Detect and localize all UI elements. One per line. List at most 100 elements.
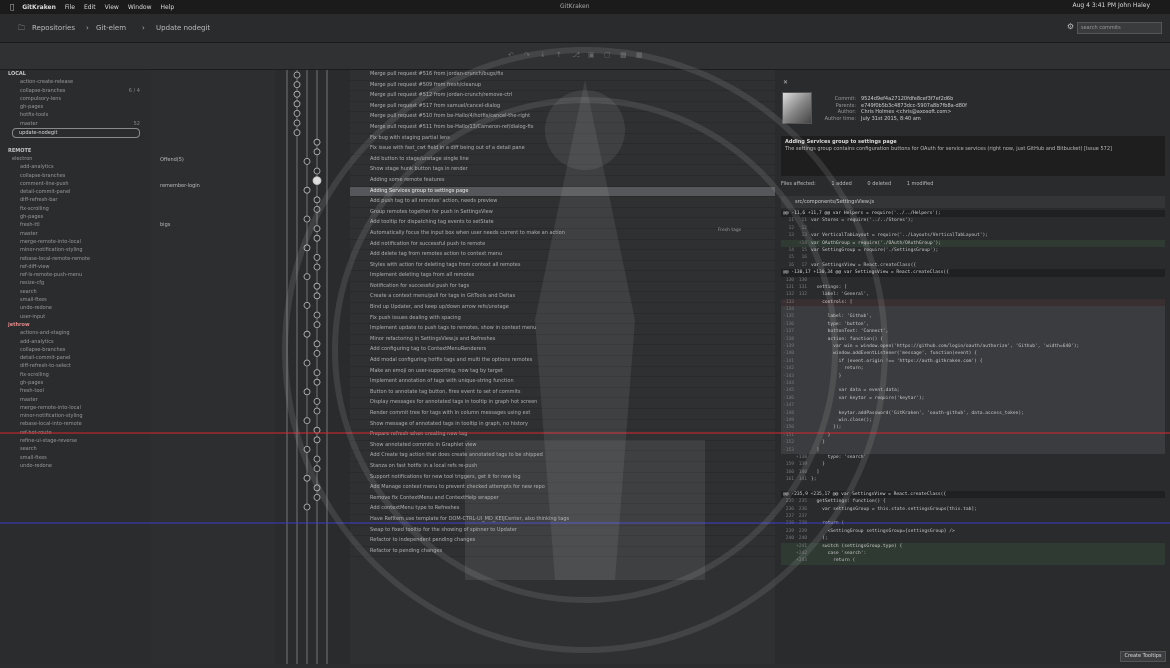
graph-commit-node[interactable] (303, 359, 311, 367)
graph-commit-node[interactable] (313, 234, 321, 242)
commit-row[interactable]: Add Create tag action that does create a… (350, 451, 775, 462)
commit-row[interactable]: Have RefItem use template for DOM-CTRL-U… (350, 515, 775, 526)
commit-row[interactable]: Add configuring tag to ContextMenuRender… (350, 345, 775, 357)
graph-commit-node[interactable] (313, 465, 321, 473)
graph-commit-node[interactable] (313, 321, 321, 329)
graph-commit-node[interactable] (293, 90, 301, 98)
modified-filter[interactable]: 1 modified (907, 181, 934, 187)
graph-commit-node[interactable] (293, 81, 301, 89)
graph-commit-node[interactable] (313, 225, 321, 233)
commit-row[interactable]: Swap to fixed tooltip for the showing of… (350, 526, 775, 537)
commit-row[interactable]: Remove fix ContextMenu and ContextHelp w… (350, 494, 775, 505)
sidebar-item-local[interactable]: master 52 (0, 120, 150, 128)
commit-row[interactable]: Merge pull request #510 from be-Hallo/4/… (350, 112, 775, 123)
commit-row[interactable]: Merge pull request #512 from jordan-crun… (350, 91, 775, 102)
graph-commit-node[interactable] (293, 110, 301, 117)
sidebar-item-local[interactable]: gh-pages (0, 103, 150, 111)
graph-commit-node[interactable] (313, 436, 321, 444)
sidebar-item-remote[interactable]: add-analytics (0, 338, 150, 346)
commit-row[interactable]: Create a context menu/pull for tags in G… (350, 292, 775, 304)
commit-sha[interactable]: 9524d9ef4a27120fdfe8cef3f7ef2d6b (861, 96, 953, 102)
sidebar-item-remote[interactable]: detail-commit-panel (0, 188, 150, 196)
commit-row[interactable]: Support notifications for new tool trigg… (350, 473, 775, 484)
sidebar-item-remote[interactable]: small-fixes (0, 454, 150, 462)
sidebar-item-remote[interactable]: merge-remote-into-local (0, 404, 150, 412)
edit-menu[interactable]: Edit (84, 4, 96, 11)
terminal-icon[interactable]: ▩ (620, 51, 627, 59)
sidebar-second-remote-header[interactable]: jethrow (0, 321, 150, 329)
commit-row[interactable]: Refactor to pending changes (350, 547, 775, 558)
graph-commit-node[interactable] (313, 426, 321, 434)
sidebar-item-remote[interactable]: collapse-branches (0, 172, 150, 180)
sidebar-item-local[interactable]: compulsory-lens (0, 95, 150, 103)
graph-commit-node[interactable] (303, 301, 311, 309)
sidebar-item-remote[interactable]: fresh-ttl (0, 221, 150, 229)
branch-label[interactable]: Offend(5) (160, 157, 184, 163)
commit-row[interactable]: Implement deleting tags from all remotes (350, 271, 775, 282)
app-name-menu[interactable]: GitKraken (22, 4, 56, 11)
sidebar-item-remote[interactable]: minor-notification-styling (0, 246, 150, 254)
settings-icon[interactable]: ▦ (636, 51, 643, 59)
commit-row[interactable]: Add contextMenu type to Refreshes (350, 504, 775, 515)
graph-commit-node[interactable] (313, 349, 321, 357)
sidebar-item-remote[interactable]: fresh-tool (0, 387, 150, 395)
commit-row[interactable]: Add notification for successful push to … (350, 240, 775, 251)
commit-row[interactable]: Prepare refresh when creating new tag (350, 430, 775, 441)
commit-row[interactable]: Implement annotation of tags with unique… (350, 377, 775, 388)
graph-commit-node[interactable] (293, 100, 301, 108)
commit-row[interactable]: Group remotes together for push in Setti… (350, 208, 775, 219)
view-menu[interactable]: View (105, 4, 119, 11)
sidebar-item-remote[interactable]: master (0, 396, 150, 404)
graph-commit-node[interactable] (313, 378, 321, 386)
sidebar-item-remote[interactable]: ref-diff-view (0, 263, 150, 271)
gear-icon[interactable]: ⚙ (1067, 22, 1074, 31)
commit-row[interactable]: Display messages for annotated tags in t… (350, 398, 775, 409)
sidebar-item-remote[interactable]: master (0, 230, 150, 238)
commit-row[interactable]: Adding Services group to settings page (350, 186, 775, 198)
commit-row[interactable]: Render commit tree for tags with in colu… (350, 409, 775, 420)
file-menu[interactable]: File (65, 4, 75, 11)
graph-commit-node[interactable] (313, 311, 321, 319)
create-tooltips-button[interactable]: Create Tooltips (1120, 651, 1166, 662)
commit-row[interactable]: Add Manage context menu to prevent check… (350, 483, 775, 494)
sidebar-item-local[interactable]: action-create-release (0, 78, 150, 86)
commit-row[interactable]: Show annotated commits in Graphlet view (350, 441, 775, 452)
graph-commit-node[interactable] (313, 167, 321, 175)
deleted-filter[interactable]: 0 deleted (867, 181, 891, 187)
search-input[interactable]: search commits (1077, 22, 1162, 34)
sidebar-item-local[interactable]: hotfix-tools (0, 111, 150, 119)
commit-row[interactable]: Add modal configuring hotfix tags and mu… (350, 356, 775, 367)
graph-commit-node[interactable] (313, 148, 321, 156)
sidebar-item-remote[interactable]: search (0, 288, 150, 296)
graph-commit-node[interactable] (313, 292, 321, 300)
sidebar-item-remote[interactable]: undo-redone (0, 304, 150, 312)
commit-row[interactable]: Merge pull request #516 from jordan-crun… (350, 70, 775, 81)
stash-icon[interactable]: ▣ (588, 51, 595, 59)
branch-icon[interactable]: ⎇ (572, 51, 580, 59)
sidebar-item-remote[interactable]: gh-pages (0, 213, 150, 221)
commit-row[interactable]: Automatically focus the input box when u… (350, 229, 775, 240)
graph-commit-node[interactable] (303, 215, 311, 223)
sidebar-item-remote[interactable]: rebase-local-into-remote (0, 420, 150, 428)
graph-commit-node[interactable] (313, 205, 321, 213)
commit-row[interactable]: Implement update to push tags to remotes… (350, 324, 775, 335)
sidebar-item-remote[interactable]: fix-scrolling (0, 205, 150, 213)
sidebar-item-remote[interactable]: actions-and-staging (0, 329, 150, 337)
sidebar-remote-header[interactable]: REMOTE (0, 147, 150, 155)
help-menu[interactable]: Help (160, 4, 174, 11)
branch-label[interactable]: remember-login (160, 183, 200, 189)
sidebar-item-local[interactable]: collapse-branches 6 / 4 (0, 87, 150, 95)
graph-commit-node[interactable] (313, 455, 321, 463)
push-icon[interactable]: ↑ (556, 51, 562, 59)
commit-row[interactable]: Refactor to independent pending changes (350, 536, 775, 547)
graph-commit-node[interactable] (303, 186, 311, 194)
graph-commit-node[interactable] (313, 484, 321, 492)
commit-row[interactable]: Add push tag to all remotes' action, nee… (350, 197, 775, 208)
diff-file-path[interactable]: src/components/SettingsView.js (781, 196, 1165, 208)
commit-row[interactable]: Show message of annotated tags in toolti… (350, 420, 775, 431)
commit-row[interactable]: Adding some remote features (350, 176, 775, 187)
sidebar-item-remote[interactable]: resize-cfg (0, 279, 150, 287)
commit-row[interactable]: Fix issue with fast_cwt field in a diff … (350, 144, 775, 155)
graph-commit-node[interactable] (293, 119, 301, 127)
close-icon[interactable]: ✕ (783, 79, 788, 86)
